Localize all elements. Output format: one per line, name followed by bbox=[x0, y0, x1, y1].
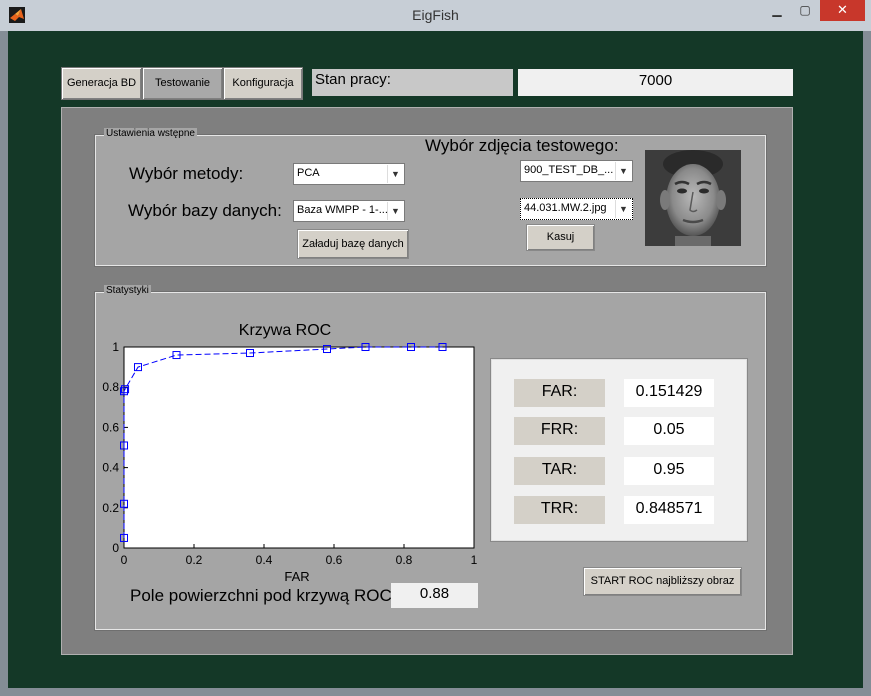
tar-value: 0.95 bbox=[624, 457, 714, 485]
y-tick-label: 0.8 bbox=[102, 380, 119, 394]
roc-chart: Krzywa ROC 0 0.2 0.4 0.6 0.8 100.20.40.60.81 … bbox=[102, 322, 478, 584]
test-photo-label: Wybór zdjęcia testowego: bbox=[425, 136, 619, 155]
status-value: 7000 bbox=[518, 69, 793, 96]
maximize-button[interactable]: ▢ bbox=[792, 0, 818, 21]
database-select[interactable]: Baza WMPP - 1-... ▼ bbox=[293, 200, 405, 222]
y-tick-label: 1 bbox=[112, 340, 119, 354]
close-button[interactable]: ✕ bbox=[820, 0, 865, 21]
method-select-value: PCA bbox=[297, 167, 320, 179]
chart-title: Krzywa ROC bbox=[239, 322, 331, 339]
frr-value: 0.05 bbox=[624, 417, 714, 445]
method-label: Wybór metody: bbox=[129, 164, 244, 183]
database-label: Wybór bazy danych: bbox=[128, 201, 282, 220]
status-label: Stan pracy: bbox=[312, 69, 513, 96]
test-image-select[interactable]: 44.031.MW.2.jpg ▼ bbox=[520, 198, 633, 220]
x-tick-label: 1 bbox=[471, 553, 478, 567]
load-database-button[interactable]: Załaduj bazę danych bbox=[297, 229, 409, 259]
frr-label: FRR: bbox=[514, 417, 605, 445]
chevron-down-icon[interactable]: ▼ bbox=[387, 165, 403, 183]
y-tick-label: 0 bbox=[112, 541, 119, 555]
far-value: 0.151429 bbox=[624, 379, 714, 407]
roc-area-value: 0.88 bbox=[391, 583, 478, 608]
x-tick-label: 0.8 bbox=[396, 553, 413, 567]
tar-label: TAR: bbox=[514, 457, 605, 485]
database-select-value: Baza WMPP - 1-... bbox=[297, 204, 388, 216]
x-tick-label: 0.6 bbox=[326, 553, 343, 567]
window-title: EigFish bbox=[412, 7, 459, 23]
y-tick-label: 0.2 bbox=[102, 501, 119, 515]
matlab-icon bbox=[9, 7, 25, 23]
trr-label: TRR: bbox=[514, 496, 605, 524]
y-tick-label: 0.6 bbox=[102, 420, 119, 434]
test-image-select-value: 44.031.MW.2.jpg bbox=[524, 202, 607, 214]
tab-testowanie[interactable]: Testowanie bbox=[142, 67, 223, 100]
x-tick-label: 0.4 bbox=[256, 553, 273, 567]
method-select[interactable]: PCA ▼ bbox=[293, 163, 405, 185]
y-tick-label: 0.4 bbox=[102, 461, 119, 475]
settings-group-title: Ustawienia wstępne bbox=[104, 128, 197, 139]
plot-area bbox=[123, 346, 475, 549]
chevron-down-icon[interactable]: ▼ bbox=[615, 162, 631, 180]
x-axis-label: FAR bbox=[284, 569, 309, 584]
chevron-down-icon[interactable]: ▼ bbox=[615, 200, 631, 218]
tab-konfiguracja[interactable]: Konfiguracja bbox=[223, 67, 303, 100]
test-db-select-value: 900_TEST_DB_... bbox=[524, 164, 614, 176]
statistics-group-title: Statystyki bbox=[104, 285, 151, 296]
roc-area-label: Pole powierzchni pod krzywą ROC: bbox=[130, 586, 397, 605]
tab-generacja-bd[interactable]: Generacja BD bbox=[61, 67, 142, 100]
minimize-button[interactable]: ▁ bbox=[764, 0, 790, 21]
clear-button[interactable]: Kasuj bbox=[526, 224, 595, 251]
x-tick-label: 0 bbox=[121, 553, 128, 567]
trr-value: 0.848571 bbox=[624, 496, 714, 524]
test-db-select[interactable]: 900_TEST_DB_... ▼ bbox=[520, 160, 633, 182]
x-tick-label: 0.2 bbox=[186, 553, 203, 567]
test-face-image bbox=[645, 150, 741, 246]
chevron-down-icon[interactable]: ▼ bbox=[387, 202, 403, 220]
far-label: FAR: bbox=[514, 379, 605, 407]
start-roc-button[interactable]: START ROC najbliższy obraz bbox=[583, 567, 742, 596]
